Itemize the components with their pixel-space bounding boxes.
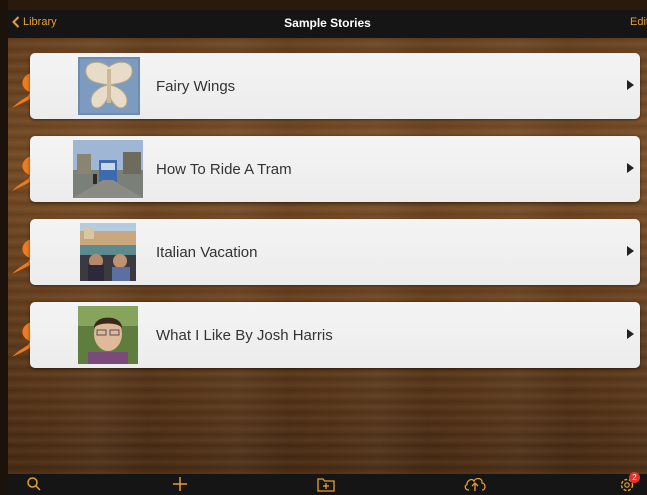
story-title: Fairy Wings [156,78,236,95]
add-icon[interactable] [172,476,188,492]
portrait-image [78,306,138,364]
gondola-image [80,223,136,281]
story-thumbnail [78,57,140,115]
tram-image [73,140,143,198]
story-row[interactable]: How To Ride A Tram [30,136,640,202]
story-title: Italian Vacation [156,244,258,261]
story-thumbnail [73,140,143,198]
story-row[interactable]: Italian Vacation [30,219,640,285]
screen-edge [0,0,8,495]
story-title: What I Like By Josh Harris [156,327,333,344]
story-title: How To Ride A Tram [156,161,292,178]
butterfly-image [78,57,140,115]
story-row[interactable]: Fairy Wings [30,53,640,119]
story-row[interactable]: What I Like By Josh Harris [30,302,640,368]
settings-button[interactable]: 2 [618,472,640,493]
page-title: Sample Stories [284,16,371,30]
search-icon[interactable] [26,476,42,492]
disclosure-arrow-icon [627,329,634,339]
story-thumbnail [80,223,136,281]
disclosure-arrow-icon [627,246,634,256]
edit-button[interactable]: Edit [630,16,647,28]
story-thumbnail [78,306,138,364]
cloud-upload-icon[interactable] [463,476,487,492]
navigation-bar: Library Sample Stories Edit [8,10,647,38]
disclosure-arrow-icon [627,163,634,173]
add-folder-icon[interactable] [317,476,335,492]
disclosure-arrow-icon [627,80,634,90]
notification-badge: 2 [629,472,640,483]
bottom-toolbar: 2 [8,472,647,495]
